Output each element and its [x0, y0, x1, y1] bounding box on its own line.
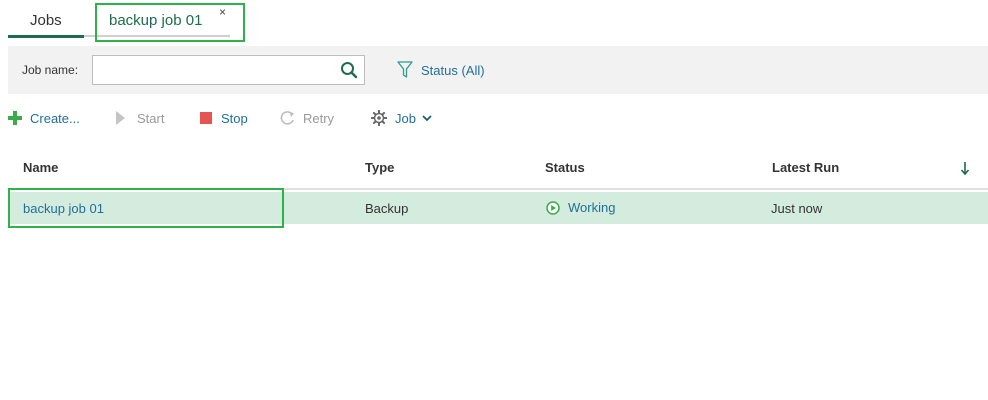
row-latest-run: Just now [771, 201, 823, 216]
column-header-name[interactable]: Name [23, 160, 58, 175]
job-name-label: Job name: [22, 63, 79, 77]
filter-icon [397, 61, 413, 78]
retry-label: Retry [303, 110, 335, 126]
column-header-type[interactable]: Type [365, 160, 394, 175]
tab-backup-job-label: backup job 01 [109, 12, 203, 29]
start-label: Start [137, 110, 165, 126]
stop-icon [200, 112, 212, 124]
column-header-status[interactable]: Status [545, 160, 585, 175]
table-header: Name Type Status Latest Run [8, 148, 988, 190]
job-menu-label: Job [395, 110, 416, 126]
retry-icon [280, 111, 294, 125]
plus-icon [8, 111, 22, 125]
tab-backup-job[interactable]: backup job 01 × [95, 3, 245, 42]
row-status: Working [546, 200, 615, 215]
stop-button[interactable]: Stop [200, 106, 248, 130]
toolbar: Create... Start Stop Retry Job [8, 106, 988, 130]
row-type: Backup [365, 201, 409, 216]
status-filter-label: Status (All) [421, 62, 485, 78]
column-header-latest-run[interactable]: Latest Run [772, 160, 839, 175]
tab-active-underline [8, 35, 84, 38]
sort-down-arrow-icon[interactable] [958, 159, 972, 177]
search-icon[interactable] [340, 61, 358, 79]
tab-jobs[interactable]: Jobs [8, 8, 84, 38]
chevron-down-icon [422, 114, 432, 121]
play-icon [116, 111, 125, 125]
search-input[interactable] [99, 60, 329, 80]
gear-icon [371, 110, 387, 126]
create-button[interactable]: Create... [8, 106, 80, 130]
start-button[interactable]: Start [116, 106, 164, 130]
tab-bar: Jobs backup job 01 × [0, 0, 988, 46]
running-status-icon [546, 200, 560, 215]
job-menu-button[interactable]: Job [371, 106, 432, 130]
row-status-text: Working [568, 200, 616, 215]
filter-bar: Job name: Status (All) [8, 46, 988, 94]
stop-label: Stop [221, 110, 248, 126]
status-filter[interactable]: Status (All) [397, 61, 485, 79]
retry-button[interactable]: Retry [279, 106, 334, 130]
row-name-highlight [8, 188, 284, 228]
search-box [92, 55, 365, 85]
close-icon[interactable]: × [219, 5, 226, 19]
create-label: Create... [30, 110, 80, 126]
tab-jobs-label: Jobs [30, 12, 62, 29]
